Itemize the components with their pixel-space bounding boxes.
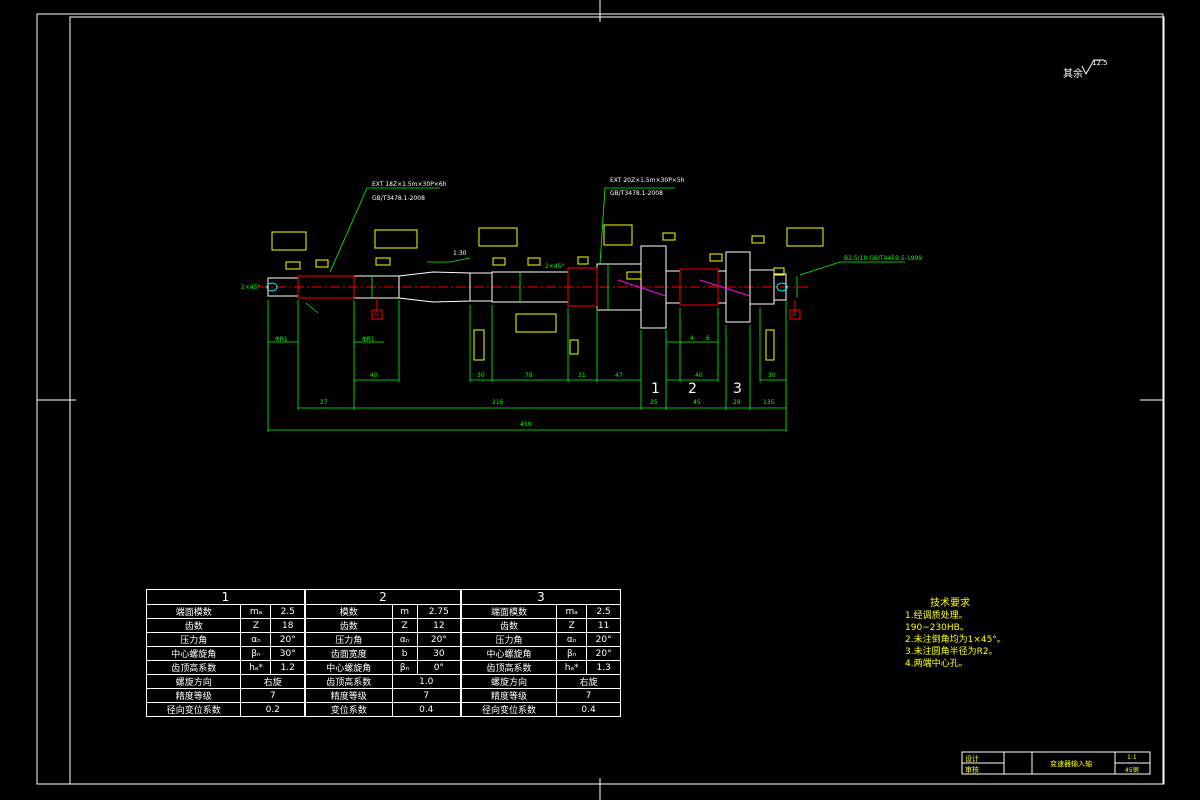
technical-requirements: 技术要求 1.经调质处理。 190~230HB。 2.未注倒角均为1×45°。 …	[905, 598, 1006, 670]
table-row: 变位系数 0.4	[305, 702, 462, 717]
dim-k: 47	[615, 372, 623, 379]
title-block-scale: 1:1	[1127, 754, 1137, 761]
dim-f: 135	[763, 399, 775, 406]
table-row: 齿数 Z 12	[305, 618, 462, 633]
roughness-note: 其余	[1063, 69, 1083, 80]
table-row: 精度等级 7	[305, 688, 462, 703]
gear-table-3: 3 端面模数 mₐ 2.5 齿数 Z 11 压力角 αₙ 20° 中心螺旋角 βₙ 20° 齿顶…	[460, 589, 621, 717]
chamfer-label: 2×45°	[241, 284, 261, 291]
table-row: 齿数 Z 18	[145, 618, 305, 633]
gear-number-1: 1	[651, 381, 660, 397]
table-row: 齿顶高系数 hₐ* 1.2	[145, 660, 305, 675]
datum-a: A	[374, 310, 379, 318]
tech-line: 4.两端中心孔。	[905, 659, 968, 669]
gear-number-3: 3	[733, 381, 742, 397]
dim-m: 30	[768, 372, 776, 379]
table-row: 精度等级 7	[145, 688, 305, 703]
tech-title: 技术要求	[930, 598, 970, 609]
tech-line: 190~230HB。	[905, 623, 969, 633]
table-row: 螺旋方向 右旋	[145, 674, 305, 689]
table-row: 径向变位系数 0.2	[145, 702, 305, 717]
dim-d: 45	[693, 399, 701, 406]
tech-line: 1.经调质处理。	[905, 611, 968, 621]
gear-table-header: 2	[305, 589, 461, 605]
tech-line: 2.未注倒角均为1×45°。	[905, 635, 1006, 645]
title-block-material: 45钢	[1125, 767, 1139, 774]
gear-number-2: 2	[688, 381, 697, 397]
dim-l: 40	[695, 372, 703, 379]
dim-p: ΦR1	[275, 336, 288, 343]
table-row: 压力角 αₙ 20°	[305, 632, 462, 647]
dim-n: 4	[690, 335, 694, 342]
table-row: 螺旋方向 右旋	[460, 674, 621, 689]
roughness-value: 12.5	[1092, 59, 1108, 67]
gear-table-header: 1	[146, 589, 305, 605]
chamfer2-label: 2×45°	[545, 263, 565, 270]
table-row: 精度等级 7	[460, 688, 621, 703]
table-row: 端面模数 mₐ 2.5	[145, 604, 305, 619]
tech-line: 3.未注圆角半径为R2。	[905, 647, 998, 657]
table-row: 齿顶高系数 hₐ* 1.3	[460, 660, 621, 675]
dim-g: 40	[370, 372, 378, 379]
table-row: 中心螺旋角 βₙ 0°	[305, 660, 462, 675]
dim-b: 216	[492, 399, 504, 406]
center-hole-label: B2.5/10 GB/T4459.5-1999	[844, 255, 923, 262]
title-block-design: 设计	[965, 755, 979, 763]
table-row: 齿顶高系数 1.0	[305, 674, 462, 689]
dim-c: 25	[650, 399, 658, 406]
table-row: 齿数 Z 11	[460, 618, 621, 633]
table-row: 模数 m 2.75	[305, 604, 462, 619]
dimension-lines	[267, 187, 905, 432]
title-block-check: 审核	[965, 766, 979, 774]
table-row: 中心螺旋角 βₙ 20°	[460, 646, 621, 661]
gear-table-header: 3	[461, 589, 621, 605]
table-row: 压力角 αₙ 20°	[145, 632, 305, 647]
datum-b: B	[792, 310, 797, 318]
dim-o: 6	[706, 335, 710, 342]
spline1-label: EXT 18Z×1.5m×30P×6h	[372, 181, 447, 188]
table-row: 径向变位系数 0.4	[460, 702, 621, 717]
dim-a: 27	[320, 399, 328, 406]
dim-q: ΦR1	[362, 336, 375, 343]
dim-j: 31	[578, 372, 586, 379]
table-row: 中心螺旋角 βₙ 30°	[145, 646, 305, 661]
gear-table-1: 1 端面模数 mₐ 2.5 齿数 Z 18 压力角 αₙ 20° 中心螺旋角 βₙ 30° 齿顶…	[145, 589, 305, 717]
dim-h: 30	[477, 372, 485, 379]
taper-label: 1:30	[453, 250, 467, 257]
dim-i: 78	[525, 372, 533, 379]
spline2-std: GB/T3478.1-2008	[610, 190, 663, 197]
spline2-label: EXT 20Z×1.5m×30P×5h	[610, 177, 685, 184]
table-row: 压力角 αₙ 20°	[460, 632, 621, 647]
gear-table-2: 2 模数 m 2.75 齿数 Z 12 压力角 αₙ 20° 齿面宽度 b 30 中心螺旋角 βₙ…	[305, 589, 462, 717]
title-block-name: 变速器输入轴	[1050, 760, 1092, 768]
spline1-std: GB/T3478.1-2008	[372, 195, 425, 202]
dim-total: 450	[520, 421, 532, 428]
table-row: 端面模数 mₐ 2.5	[460, 604, 621, 619]
table-row: 齿面宽度 b 30	[305, 646, 462, 661]
dim-e: 28	[733, 399, 741, 406]
